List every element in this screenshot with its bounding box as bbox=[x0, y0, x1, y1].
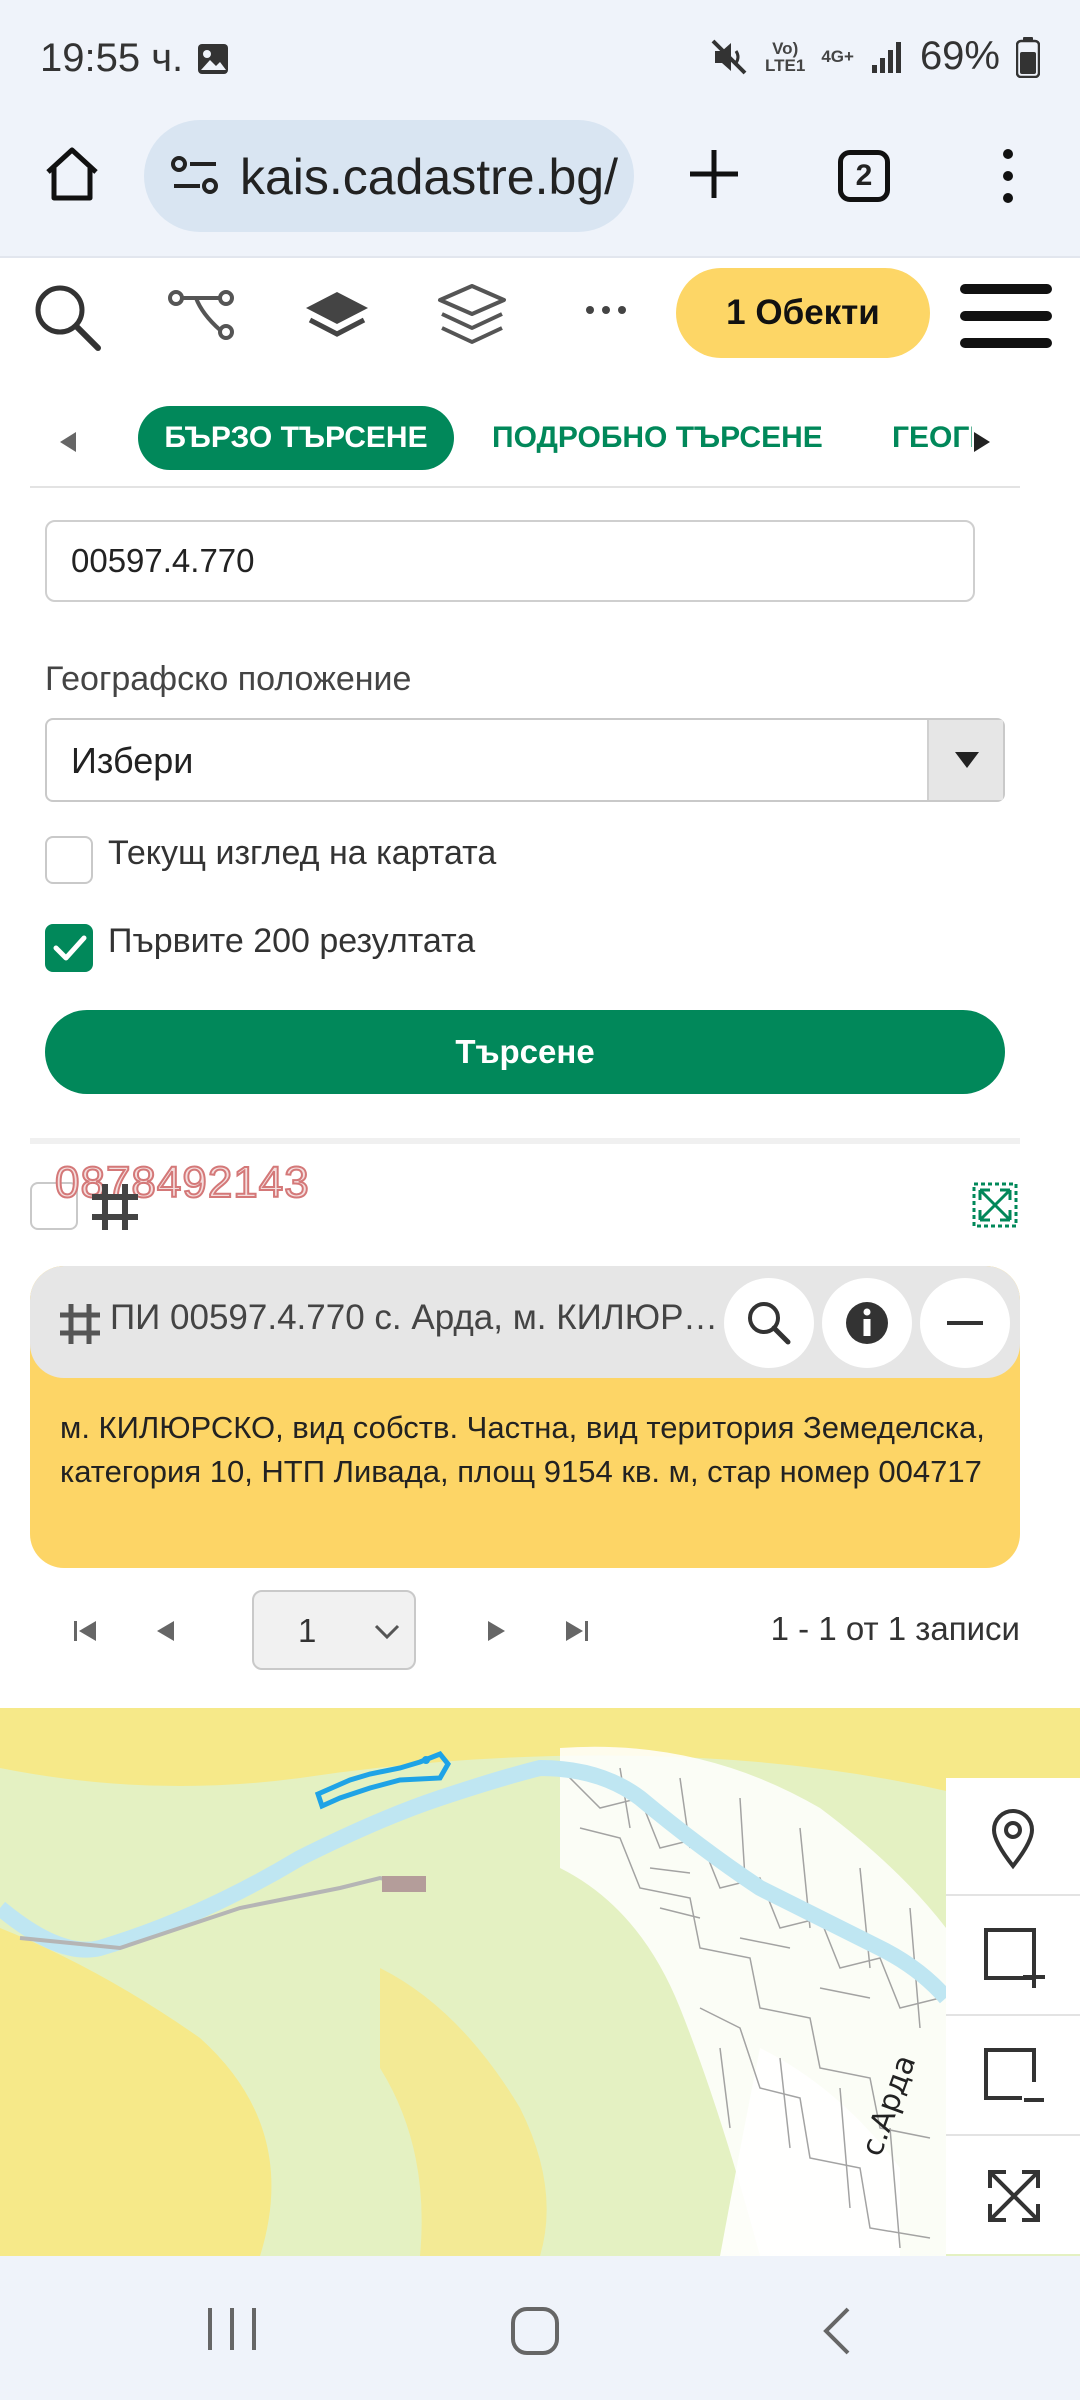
result-title: ПИ 00597.4.770 с. Арда, м. КИЛЮРСКО bbox=[110, 1298, 730, 1337]
tabs-scroll-left-icon[interactable] bbox=[58, 430, 78, 454]
tab-geographic-search[interactable]: ГЕОГРАФСКО bbox=[892, 406, 972, 470]
new-tab-icon[interactable] bbox=[688, 148, 740, 200]
page-select-value: 1 bbox=[298, 1612, 317, 1649]
next-page-icon[interactable] bbox=[486, 1618, 508, 1644]
result-remove-button[interactable] bbox=[920, 1278, 1010, 1368]
home-icon[interactable] bbox=[42, 144, 102, 204]
more-tools-icon[interactable] bbox=[584, 304, 628, 316]
chevron-down-icon bbox=[374, 1624, 400, 1640]
tab-switcher-button[interactable]: 2 bbox=[838, 150, 890, 202]
map-controls bbox=[946, 1778, 1080, 2254]
result-description: м. КИЛЮРСКО, вид собств. Частна, вид тер… bbox=[60, 1410, 985, 1489]
status-time: 19:55 ч. bbox=[40, 36, 184, 80]
geo-position-select-value: Избери bbox=[71, 740, 194, 781]
layers-icon[interactable] bbox=[436, 282, 508, 350]
magnifier-icon bbox=[748, 1302, 791, 1345]
first200-label: Първите 200 резултата bbox=[108, 922, 476, 960]
hamburger-menu-icon[interactable] bbox=[960, 282, 1052, 350]
box-zoom-out-button[interactable] bbox=[946, 2018, 1080, 2136]
map-canvas[interactable]: с.Арда bbox=[0, 1708, 1080, 2256]
geo-position-label: Географско положение bbox=[45, 660, 412, 698]
select-arrow[interactable] bbox=[927, 720, 1003, 800]
tab-detailed-search[interactable]: ПОДРОБНО ТЪРСЕНЕ bbox=[492, 406, 823, 470]
previous-page-icon[interactable] bbox=[154, 1618, 176, 1644]
result-card[interactable]: ПИ 00597.4.770 с. Арда, м. КИЛЮРСКО м. К… bbox=[30, 1266, 1020, 1568]
box-zoom-in-button[interactable] bbox=[946, 1898, 1080, 2016]
page-select[interactable]: 1 bbox=[252, 1590, 416, 1670]
parcel-grid-icon bbox=[60, 1304, 100, 1344]
first200-checkbox[interactable] bbox=[45, 924, 93, 972]
status-icons: Vo) LTE1 4G+ 69% bbox=[709, 34, 1040, 79]
browser-bar: kais.cadastre.bg/ 2 bbox=[0, 120, 1080, 258]
url-text: kais.cadastre.bg/ bbox=[240, 149, 618, 205]
gallery-notification-icon bbox=[198, 44, 228, 74]
network-type-indicator: 4G+ bbox=[821, 47, 854, 66]
more-options-icon[interactable] bbox=[996, 146, 1020, 206]
route-icon[interactable] bbox=[168, 288, 238, 344]
last-page-icon[interactable] bbox=[564, 1618, 590, 1644]
info-icon bbox=[846, 1302, 888, 1344]
signal-icon bbox=[871, 41, 901, 73]
home-nav-icon[interactable] bbox=[510, 2306, 560, 2356]
records-count: 1 - 1 от 1 записи bbox=[770, 1610, 1020, 1647]
app-toolbar: 1 Обекти bbox=[0, 260, 1080, 380]
geo-position-select[interactable]: Избери bbox=[45, 718, 1005, 802]
minus-icon bbox=[947, 1321, 983, 1325]
check-icon bbox=[53, 935, 87, 961]
base-layers-icon[interactable] bbox=[302, 288, 372, 344]
recent-apps-icon[interactable] bbox=[206, 2306, 258, 2352]
full-extent-button[interactable] bbox=[946, 2138, 1080, 2256]
location-pin-icon bbox=[991, 1809, 1035, 1870]
volte-indicator: Vo) LTE1 bbox=[765, 38, 806, 75]
search-input[interactable] bbox=[45, 520, 975, 602]
system-nav-bar bbox=[0, 2256, 1080, 2400]
site-settings-icon[interactable] bbox=[170, 154, 220, 198]
objects-button[interactable]: 1 Обекти bbox=[676, 268, 930, 358]
zoom-to-results-icon[interactable] bbox=[972, 1182, 1018, 1228]
current-view-checkbox[interactable] bbox=[45, 836, 93, 884]
battery-icon bbox=[1016, 36, 1040, 78]
box-zoom-out-icon bbox=[984, 2048, 1044, 2102]
section-divider bbox=[30, 1138, 1020, 1144]
mute-icon bbox=[711, 39, 747, 74]
status-bar: 19:55 ч. Vo) LTE1 4G+ 69% bbox=[0, 0, 1080, 120]
map-view[interactable]: с.Арда bbox=[0, 1708, 1080, 2256]
expand-icon bbox=[988, 2170, 1040, 2222]
result-zoom-button[interactable] bbox=[724, 1278, 814, 1368]
caret-down-icon bbox=[955, 752, 979, 768]
result-card-header[interactable]: ПИ 00597.4.770 с. Арда, м. КИЛЮРСКО bbox=[30, 1266, 1020, 1378]
battery-percent: 69% bbox=[919, 34, 1000, 78]
result-info-button[interactable] bbox=[822, 1278, 912, 1368]
first-page-icon[interactable] bbox=[72, 1618, 98, 1644]
back-nav-icon[interactable] bbox=[822, 2306, 852, 2356]
grid-icon bbox=[92, 1184, 138, 1230]
current-view-label: Текущ изглед на картата bbox=[108, 834, 497, 872]
tabs-scroll-right-icon[interactable] bbox=[972, 430, 992, 454]
tab-quick-search[interactable]: БЪРЗО ТЪРСЕНЕ bbox=[138, 406, 454, 470]
search-icon[interactable] bbox=[32, 282, 104, 354]
address-bar[interactable]: kais.cadastre.bg/ bbox=[144, 120, 634, 232]
search-button[interactable]: Търсене bbox=[45, 1010, 1005, 1094]
box-zoom-in-icon bbox=[984, 1928, 1045, 1988]
my-location-button[interactable] bbox=[946, 1778, 1080, 1896]
pagination: 1 1 - 1 от 1 записи bbox=[30, 1590, 1020, 1674]
search-tabs: БЪРЗО ТЪРСЕНЕ ПОДРОБНО ТЪРСЕНЕ ГЕОГРАФСК… bbox=[30, 392, 1020, 488]
